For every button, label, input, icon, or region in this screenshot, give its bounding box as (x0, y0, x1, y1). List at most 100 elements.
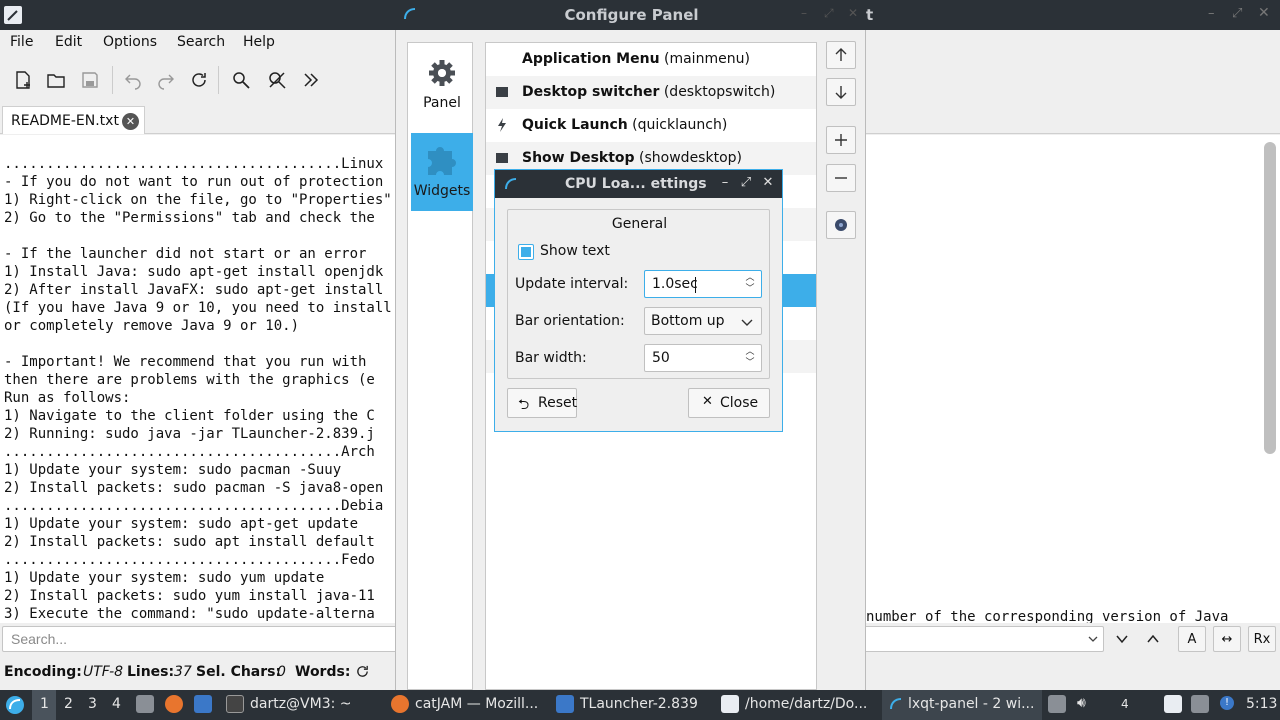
menu-options[interactable]: Options (103, 34, 157, 50)
match-case-button[interactable]: A (1178, 626, 1206, 652)
volume-icon[interactable]: 🔊︎ (1077, 695, 1086, 711)
editor-app-icon (4, 6, 22, 24)
dialog-maximize-icon[interactable]: ⤢ (738, 175, 754, 191)
regex-button[interactable]: Rx (1248, 626, 1276, 652)
widget-row-quicklaunch[interactable]: Quick Launch (quicklaunch) (486, 109, 816, 142)
lines-value: 37 (174, 664, 192, 680)
new-file-icon[interactable] (9, 66, 37, 94)
start-menu-icon[interactable] (5, 695, 25, 715)
reload-icon[interactable] (185, 66, 213, 94)
spin-arrows-icon[interactable]: ︿ ﹀ (744, 347, 756, 369)
firefox-icon (391, 695, 409, 713)
sel-chars-label: Sel. Chars: (196, 664, 282, 680)
menu-search[interactable]: Search (177, 34, 225, 50)
lxqt-icon (888, 696, 904, 712)
notification-icon[interactable]: ! (1220, 696, 1234, 710)
text-line: 2) Install packets: sudo yum install jav… (4, 588, 375, 604)
dialog-titlebar: CPU Loa... ettings – ⤢ ✕ (495, 170, 782, 198)
lines-label: Lines: (127, 664, 175, 680)
widget-row-desktopswitch[interactable]: Desktop switcher (desktopswitch) (486, 76, 816, 109)
vertical-scrollbar[interactable] (1264, 142, 1276, 454)
reset-button[interactable]: ⮌ Reset (507, 388, 577, 418)
find-icon[interactable] (227, 66, 255, 94)
search-history-dropdown-icon[interactable] (1084, 626, 1102, 652)
whole-word-label: ↔ (1221, 631, 1233, 647)
configure-widget-button[interactable] (826, 211, 856, 239)
folder-icon (556, 695, 574, 713)
cp-close-icon[interactable]: ✕ (848, 6, 858, 20)
menu-file[interactable]: File (10, 34, 33, 50)
desktop-1[interactable]: 1 (40, 696, 49, 712)
group-title: General (611, 216, 668, 232)
editor-maximize-icon[interactable]: ⤢ (1232, 6, 1242, 21)
update-interval-spinbox[interactable]: 1.0sec ︿ ﹀ (644, 270, 762, 298)
task-tlauncher[interactable]: TLauncher-2.839 (552, 690, 712, 720)
task-terminal[interactable]: dartz@VM3: ~ (222, 690, 382, 720)
menu-help[interactable]: Help (243, 34, 275, 50)
regex-label: Rx (1253, 631, 1271, 647)
show-text-checkbox[interactable] (518, 244, 534, 260)
text-line: (If you have Java 9 or 10, you need to i… (4, 300, 392, 316)
network-icon[interactable] (1191, 695, 1209, 713)
save-icon[interactable] (76, 66, 104, 94)
sidebar-item-panel[interactable]: Panel (411, 51, 473, 129)
find-previous-icon[interactable] (1139, 626, 1167, 652)
dialog-close-icon[interactable]: ✕ (760, 175, 776, 191)
widget-name: Show Desktop (522, 150, 635, 166)
cp-maximize-icon[interactable]: ⤢ (824, 6, 834, 21)
spin-arrows-icon[interactable]: ︿ ﹀ (744, 273, 756, 295)
remove-widget-button[interactable] (826, 164, 856, 192)
clock[interactable]: 5:13 (1246, 696, 1277, 712)
move-up-button[interactable] (826, 41, 856, 69)
whole-word-button[interactable]: ↔ (1213, 626, 1241, 652)
dialog-minimize-icon[interactable]: – (717, 175, 733, 191)
encoding-value: UTF-8 (83, 664, 124, 680)
desktop-4[interactable]: 4 (112, 696, 121, 712)
task-editor[interactable]: /home/dartz/Do... (717, 690, 877, 720)
match-case-label: A (1187, 631, 1197, 647)
tab-readme[interactable]: README-EN.txt ✕ (2, 106, 145, 134)
task-label: catJAM — Mozill... (415, 696, 539, 712)
update-interval-label: Update interval: (515, 276, 629, 292)
file-manager-launcher-icon[interactable] (136, 695, 154, 713)
text-line: 2) After install JavaFX: sudo apt-get in… (4, 282, 384, 298)
desktop-2[interactable]: 2 (64, 696, 73, 712)
editor-close-icon[interactable]: ✕ (1258, 5, 1270, 21)
task-firefox[interactable]: catJAM — Mozill... (387, 690, 547, 720)
clipboard-icon[interactable] (1048, 695, 1066, 713)
redo-icon[interactable] (152, 66, 180, 94)
tab-close-icon[interactable]: ✕ (122, 113, 139, 130)
move-down-button[interactable] (826, 78, 856, 106)
menu-edit[interactable]: Edit (55, 34, 82, 50)
sel-chars-value: 0 (277, 664, 286, 680)
sidebar-item-widgets[interactable]: Widgets (411, 133, 473, 211)
task-label: lxqt-panel - 2 wi... (908, 696, 1035, 712)
show-desktop-launcher-icon[interactable] (194, 695, 212, 713)
cp-minimize-icon[interactable]: – (801, 6, 807, 20)
replace-icon[interactable] (263, 66, 291, 94)
toolbar-separator (112, 66, 113, 94)
task-label: dartz@VM3: ~ (250, 696, 352, 712)
open-folder-icon[interactable] (42, 66, 70, 94)
text-line: 3) Execute the command: "sudo update-alt… (4, 606, 375, 622)
text-line: 2) Install packets: sudo apt install def… (4, 534, 375, 550)
notes-icon[interactable] (1164, 695, 1182, 713)
bar-width-spinbox[interactable]: 50 ︿ ﹀ (644, 344, 762, 372)
firefox-launcher-icon[interactable] (165, 695, 183, 713)
reset-icon: ⮌ (518, 397, 530, 413)
widget-id: (quicklaunch) (632, 117, 728, 133)
close-button[interactable]: ✕ Close (688, 388, 770, 418)
widget-row-mainmenu[interactable]: Application Menu (mainmenu) (486, 43, 816, 76)
undo-icon[interactable] (119, 66, 147, 94)
add-widget-button[interactable] (826, 126, 856, 154)
editor-minimize-icon[interactable]: – (1208, 6, 1215, 21)
bar-orientation-combobox[interactable]: Bottom up (644, 307, 762, 335)
find-next-icon[interactable] (1108, 626, 1136, 652)
volume-badge: 4 (1121, 697, 1129, 711)
desktop-3[interactable]: 3 (88, 696, 97, 712)
task-lxqt-panel[interactable]: lxqt-panel - 2 wi... (882, 690, 1042, 720)
refresh-words-icon[interactable] (355, 664, 370, 683)
text-line (4, 227, 396, 245)
dialog-title: CPU Loa... ettings (565, 176, 707, 192)
more-tools-icon[interactable] (297, 66, 325, 94)
